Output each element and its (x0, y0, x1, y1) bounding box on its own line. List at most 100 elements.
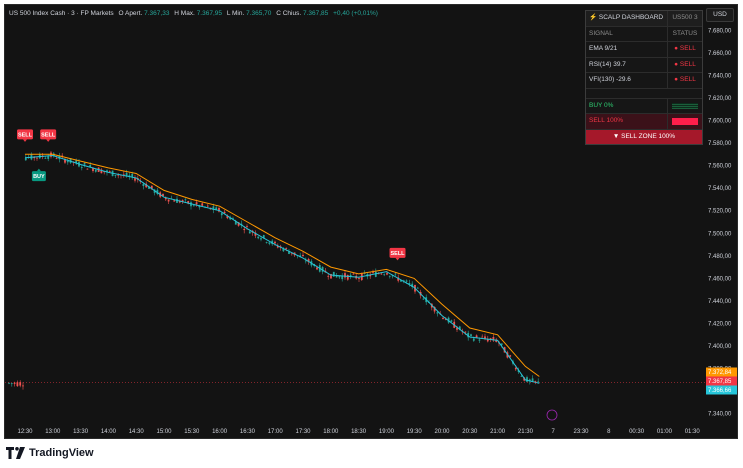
candle-body (500, 343, 503, 345)
low-value: 7.365,70 (246, 10, 272, 17)
candle-body (386, 273, 388, 275)
candle-body (24, 158, 27, 161)
y-tick-label: 7.640,00 (708, 73, 732, 79)
x-tick-label: 15:30 (184, 429, 200, 435)
x-tick-label: 18:30 (351, 429, 367, 435)
chart-header: US 500 Index Cash · 3 · FP Markets O Ape… (9, 10, 378, 17)
x-tick-label: 16:30 (240, 429, 256, 435)
candle-body (246, 226, 248, 227)
bolt-icon: ⚡ (589, 14, 598, 21)
candle-body (131, 173, 134, 177)
y-tick-label: 7.560,00 (708, 164, 732, 170)
candle-body (380, 273, 383, 275)
candle-body (436, 312, 439, 314)
candle-body (83, 163, 86, 165)
signal-column-header: SIGNAL (586, 26, 668, 41)
y-tick-label: 7.440,00 (708, 299, 732, 305)
symbol-name[interactable]: US 500 Index Cash · 3 · FP Markets (9, 10, 114, 17)
candle-body (344, 273, 346, 278)
signal-label: RSI(14) 39.7 (586, 57, 668, 72)
sell-marker-pointer (46, 139, 51, 142)
x-tick-label: 19:00 (379, 429, 395, 435)
x-tick-label: 20:00 (434, 429, 450, 435)
candle-body (36, 157, 38, 159)
dashboard-header-row: SIGNAL STATUS (586, 26, 702, 42)
ema-fast-line (24, 154, 540, 384)
ema-slow-price-tag-text: 7.372,84 (708, 370, 732, 376)
buy-percentage: BUY 0% (586, 98, 668, 113)
candle-body (142, 183, 145, 187)
candle-body (352, 273, 355, 275)
close-label: C (276, 10, 281, 17)
candle-body (442, 317, 444, 319)
dashboard-title-row: ⚡ SCALP DASHBOARD US500 3 (586, 11, 702, 27)
x-tick-label: 20:30 (462, 429, 478, 435)
candle-body (260, 238, 262, 240)
candle-body (55, 158, 58, 160)
x-tick-label: 14:00 (101, 429, 117, 435)
dashboard-ticker: US500 3 (672, 14, 698, 21)
dashboard-row-ema: EMA 9/21 ● SELL (586, 42, 702, 58)
high-value: 7.367,95 (196, 10, 222, 17)
x-tick-label: 21:30 (518, 429, 534, 435)
candle-body (66, 161, 69, 163)
x-tick-label: 19:30 (407, 429, 423, 435)
candle-body (173, 200, 176, 202)
status-column-header: STATUS (672, 29, 698, 37)
candle-body (478, 339, 481, 341)
currency-button[interactable]: USD (706, 8, 734, 22)
tradingview-logo[interactable]: TradingView (6, 445, 94, 461)
candle-body (470, 334, 472, 336)
y-tick-label: 7.680,00 (708, 28, 732, 34)
candle-body (327, 275, 330, 277)
buy-marker-pointer (36, 168, 41, 172)
low-key: Min. (232, 10, 245, 17)
lightning-icon (546, 409, 558, 421)
y-tick-label: 7.620,00 (708, 96, 732, 102)
last-price-tag-text: 7.367,85 (708, 379, 732, 385)
candle-body (394, 273, 397, 275)
candle-body (274, 241, 276, 244)
candle-body (422, 298, 425, 300)
candle-body (537, 381, 540, 383)
x-tick-label: 00:30 (629, 429, 645, 435)
buy-meter (668, 99, 702, 114)
candle-body (520, 375, 523, 377)
x-tick-label: 8 (607, 429, 611, 435)
candle-body (192, 205, 195, 207)
candle-body (416, 287, 419, 289)
chart-frame[interactable]: SELL SELL BUY SELL 7.680,00 7.660,00 7.640,00… (4, 4, 738, 439)
candle-body (372, 272, 374, 273)
x-tick-label: 7 (552, 429, 556, 435)
buy-marker-label: BUY (33, 174, 45, 180)
candle-body (268, 242, 271, 244)
candle-body (206, 205, 209, 207)
candle-body (94, 169, 97, 172)
sell-marker-pointer (395, 257, 400, 261)
candle-body (10, 383, 13, 385)
candle-body (358, 277, 360, 279)
candle-body (464, 331, 467, 333)
candle-body (44, 157, 47, 159)
candle-body (195, 202, 198, 205)
candle-body (509, 355, 512, 357)
signal-label: VFI(130) -29.6 (586, 73, 668, 88)
candle-body (383, 274, 386, 276)
candle-body (86, 168, 89, 170)
y-tick-label: 7.460,00 (708, 276, 732, 282)
x-tick-label: 01:00 (657, 429, 673, 435)
candle-body (405, 280, 408, 282)
low-label: L (226, 10, 231, 17)
candle-body (481, 336, 484, 338)
scalp-dashboard: ⚡ SCALP DASHBOARD US500 3 SIGNAL STATUS … (585, 10, 703, 145)
x-tick-label: 17:30 (295, 429, 311, 435)
candle-body (8, 382, 10, 384)
close-value: 7.367,85 (302, 10, 329, 17)
candle-body (248, 231, 251, 234)
sell-marker-label: SELL (41, 132, 56, 138)
x-tick-label: 01:30 (685, 429, 701, 435)
candle-body (201, 203, 204, 206)
x-tick-label: 23:30 (573, 429, 589, 435)
candle-body (302, 254, 304, 257)
candle-body (19, 382, 22, 386)
